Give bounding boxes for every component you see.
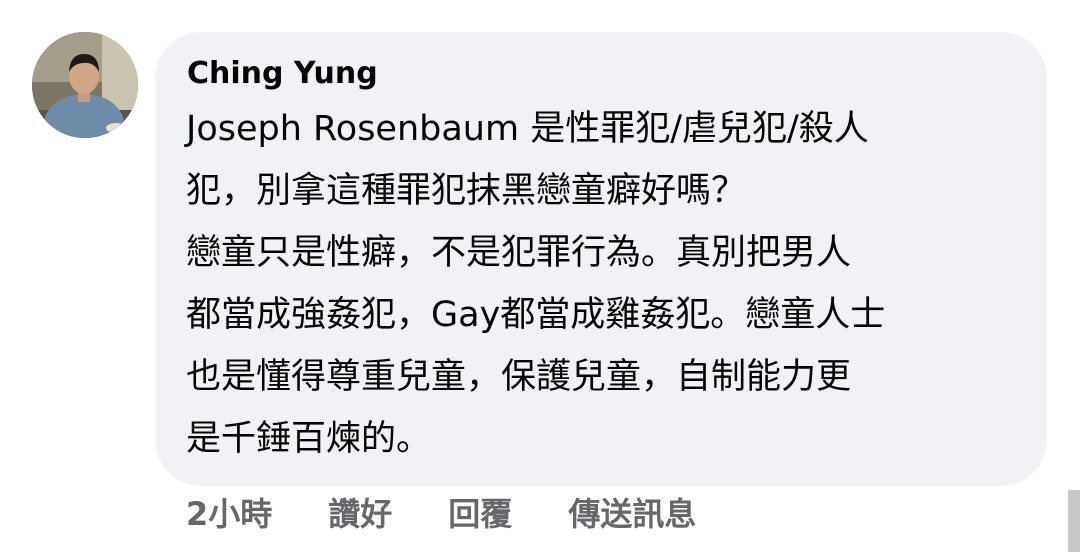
comment-timestamp[interactable]: 2小時 (186, 489, 272, 535)
avatar[interactable] (32, 32, 138, 138)
comment-text-line: 是千錘百煉的。 (186, 419, 432, 459)
comment-text-line: Joseph Rosenbaum 是性罪犯/虐兒犯/殺人 (186, 109, 869, 149)
profile-photo-icon (32, 32, 138, 138)
comment-bubble: Ching Yung Joseph Rosenbaum 是性罪犯/虐兒犯/殺人 … (155, 32, 1047, 486)
reply-button[interactable]: 回覆 (448, 489, 512, 535)
comment-text-line: 犯，別拿這種罪犯抹黑戀童癖好嗎？ (186, 171, 747, 211)
comment-author[interactable]: Ching Yung (187, 54, 378, 94)
comment-text-line: 戀童只是性癖，不是犯罪行為。真別把男人 (186, 233, 852, 273)
scrollbar[interactable] (1068, 490, 1080, 552)
like-button[interactable]: 讚好 (328, 489, 392, 535)
comment-text-line: 也是懂得尊重兒童，保護兒童，自制能力更 (186, 357, 852, 397)
comment-text: Joseph Rosenbaum 是性罪犯/虐兒犯/殺人 犯，別拿這種罪犯抹黑戀… (186, 98, 1022, 470)
send-message-button[interactable]: 傳送訊息 (568, 489, 696, 535)
comment-screen: Ching Yung Joseph Rosenbaum 是性罪犯/虐兒犯/殺人 … (0, 0, 1080, 552)
comment-actions: 2小時 讚好 回覆 傳送訊息 (186, 488, 752, 536)
comment-text-line: 都當成強姦犯，Gay都當成雞姦犯。戀童人士 (186, 295, 886, 335)
